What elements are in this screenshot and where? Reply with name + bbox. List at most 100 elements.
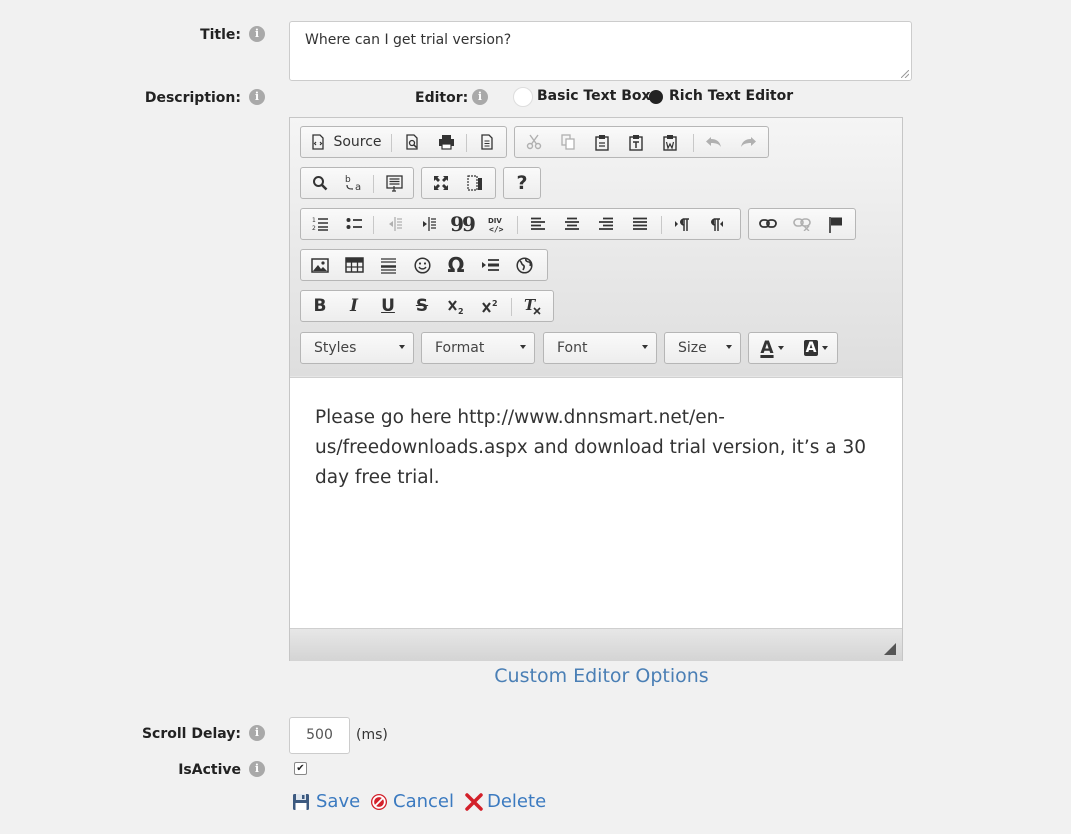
basic-text-box-label[interactable]: Basic Text Box <box>537 88 651 104</box>
cut-button[interactable] <box>517 127 551 157</box>
separator <box>693 134 694 152</box>
indent-button[interactable] <box>411 209 445 239</box>
strikethrough-button[interactable]: S <box>405 291 439 321</box>
format-dropdown[interactable]: Format <box>421 332 535 364</box>
templates-icon <box>481 134 493 150</box>
text-direction-ltr-icon <box>675 217 689 231</box>
separator <box>373 216 374 234</box>
iframe-button[interactable] <box>507 250 541 280</box>
save-button[interactable]: Save <box>316 791 360 812</box>
editor-content-area[interactable]: Please go here http://www.dnnsmart.net/e… <box>290 377 902 629</box>
chevron-down-icon <box>520 345 526 349</box>
paste-word-button[interactable] <box>653 127 687 157</box>
paste-button[interactable] <box>585 127 619 157</box>
table-button[interactable] <box>337 250 371 280</box>
remove-format-button[interactable]: T <box>515 291 549 321</box>
redo-button[interactable] <box>731 127 765 157</box>
create-div-button[interactable]: DIV </> <box>479 209 513 239</box>
select-all-button[interactable] <box>377 168 411 198</box>
rich-text-editor-label[interactable]: Rich Text Editor <box>669 88 793 104</box>
isactive-label: IsActive <box>178 762 241 778</box>
size-dropdown[interactable]: Size <box>664 332 741 364</box>
align-right-button[interactable] <box>589 209 623 239</box>
isactive-checkbox[interactable]: ✔ <box>294 762 307 775</box>
justify-icon <box>633 217 647 230</box>
toolbar-group-basicstyles: B I U S 2 2 T <box>300 290 554 322</box>
scroll-delay-unit: (ms) <box>356 727 388 743</box>
svg-text:a: a <box>355 182 361 192</box>
delete-x-icon[interactable] <box>465 793 483 811</box>
find-icon <box>313 176 328 191</box>
separator <box>373 175 374 193</box>
special-char-button[interactable]: Ω <box>439 250 473 280</box>
templates-button[interactable] <box>470 127 504 157</box>
align-left-icon <box>531 217 545 230</box>
copy-button[interactable] <box>551 127 585 157</box>
align-left-button[interactable] <box>521 209 555 239</box>
superscript-button[interactable]: 2 <box>473 291 507 321</box>
background-color-button[interactable]: A <box>795 333 837 363</box>
info-icon[interactable]: i <box>249 89 265 105</box>
smiley-button[interactable] <box>405 250 439 280</box>
separator <box>466 134 467 152</box>
justify-button[interactable] <box>623 209 657 239</box>
paste-text-button[interactable] <box>619 127 653 157</box>
source-button[interactable]: Source <box>303 127 389 157</box>
info-icon[interactable]: i <box>249 26 265 42</box>
toolbar-group-document: Source <box>300 126 507 158</box>
underline-button[interactable]: U <box>371 291 405 321</box>
rich-text-editor-radio[interactable] <box>649 90 663 104</box>
show-blocks-button[interactable] <box>458 168 492 198</box>
delete-button[interactable]: Delete <box>487 791 546 812</box>
scroll-delay-input[interactable]: 500 <box>289 717 350 754</box>
page-break-button[interactable] <box>473 250 507 280</box>
find-button[interactable] <box>303 168 337 198</box>
svg-text:</>: </> <box>489 225 504 233</box>
svg-text:1: 1 <box>312 217 316 224</box>
resize-grip-icon[interactable] <box>901 70 909 78</box>
text-direction-rtl-button[interactable] <box>699 209 733 239</box>
bulleted-list-button[interactable] <box>337 209 371 239</box>
toolbar-group-insert: Ω <box>300 249 548 281</box>
info-icon[interactable]: i <box>249 761 265 777</box>
styles-dropdown[interactable]: Styles <box>300 332 414 364</box>
paste-word-icon <box>663 134 677 151</box>
undo-button[interactable] <box>697 127 731 157</box>
cancel-button[interactable]: Cancel <box>393 791 454 812</box>
horizontal-line-button[interactable] <box>371 250 405 280</box>
replace-button[interactable]: ba <box>337 168 371 198</box>
title-input[interactable]: Where can I get trial version? <box>289 21 912 81</box>
bold-button[interactable]: B <box>303 291 337 321</box>
blockquote-button[interactable]: 99 <box>445 209 479 239</box>
basic-text-box-radio[interactable] <box>513 87 533 107</box>
create-div-icon: DIV</> <box>488 217 504 233</box>
rich-text-editor: Source b a ? 1 2 99 DIV </> Ω B I U S 2 … <box>289 117 903 661</box>
preview-icon <box>406 134 418 150</box>
cancel-icon[interactable] <box>370 793 388 811</box>
help-button[interactable]: ? <box>505 168 539 198</box>
info-icon[interactable]: i <box>472 89 488 105</box>
custom-editor-options-link[interactable]: Custom Editor Options <box>289 665 914 687</box>
info-icon[interactable]: i <box>249 725 265 741</box>
text-color-button[interactable]: A <box>751 333 793 363</box>
font-dropdown[interactable]: Font <box>543 332 657 364</box>
image-button[interactable] <box>303 250 337 280</box>
link-button[interactable] <box>751 209 785 239</box>
maximize-button[interactable] <box>424 168 458 198</box>
separator <box>517 216 518 234</box>
subscript-button[interactable]: 2 <box>439 291 473 321</box>
text-direction-ltr-button[interactable] <box>665 209 699 239</box>
unlink-button[interactable] <box>785 209 819 239</box>
outdent-button[interactable] <box>377 209 411 239</box>
print-button[interactable] <box>429 127 463 157</box>
save-floppy-icon[interactable] <box>292 793 310 811</box>
align-center-button[interactable] <box>555 209 589 239</box>
svg-text:2: 2 <box>312 225 316 232</box>
italic-button[interactable]: I <box>337 291 371 321</box>
preview-button[interactable] <box>395 127 429 157</box>
svg-text:2: 2 <box>458 307 464 315</box>
numbered-list-button[interactable]: 12 <box>303 209 337 239</box>
resize-handle-icon[interactable] <box>884 643 896 655</box>
replace-icon: ba <box>345 175 361 192</box>
anchor-button[interactable] <box>819 209 853 239</box>
